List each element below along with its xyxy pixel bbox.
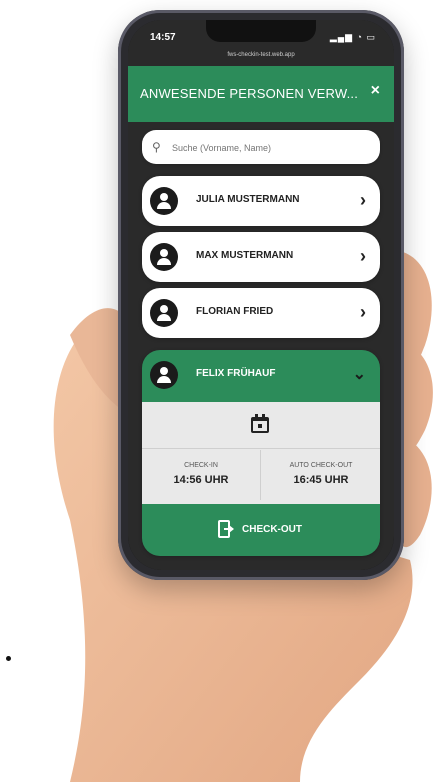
list-item[interactable]: JULIA MUSTERMANN › [142, 176, 380, 226]
expanded-card-header[interactable]: FELIX FRÜHAUF ⌄ [142, 350, 380, 402]
app-screen: 14:57 ▂▄▆ ◔ ▭ fws-checkin-test.web.app A… [128, 20, 394, 570]
chevron-right-icon: › [360, 190, 366, 210]
close-icon[interactable]: × [371, 82, 380, 100]
person-name: JULIA MUSTERMANN [196, 194, 300, 205]
auto-checkout-time: 16:45 UHR [293, 474, 349, 486]
chevron-right-icon: › [360, 246, 366, 266]
divider [142, 448, 380, 449]
chevron-down-icon[interactable]: ⌄ [353, 364, 366, 384]
person-name: FLORIAN FRIED [196, 306, 274, 317]
avatar-icon [150, 243, 178, 271]
person-name: FELIX FRÜHAUF [196, 368, 276, 379]
person-name: MAX MUSTERMANN [196, 250, 294, 261]
page-title: ANWESENDE PERSONEN VERW... [140, 86, 359, 101]
checkout-button[interactable]: CHECK-OUT [142, 504, 380, 556]
divider [260, 450, 261, 500]
expanded-person-card: FELIX FRÜHAUF ⌄ CHECK-IN 14:56 UHR AUTO … [142, 350, 380, 556]
bullet-dot [6, 656, 11, 661]
phone-frame: 14:57 ▂▄▆ ◔ ▭ fws-checkin-test.web.app A… [118, 10, 404, 580]
person-search-icon: ⚲ [152, 140, 161, 154]
scene: 14:57 ▂▄▆ ◔ ▭ fws-checkin-test.web.app A… [0, 0, 440, 782]
phone-screen: 14:57 ▂▄▆ ◔ ▭ fws-checkin-test.web.app A… [128, 20, 394, 570]
checkin-label: CHECK-IN [184, 462, 218, 469]
avatar-icon [150, 187, 178, 215]
list-item[interactable]: FLORIAN FRIED › [142, 288, 380, 338]
avatar-icon [150, 299, 178, 327]
auto-checkout-label: AUTO CHECK-OUT [289, 462, 353, 469]
calendar-icon [251, 414, 269, 433]
search-box[interactable]: ⚲ [142, 130, 380, 164]
avatar-icon [150, 361, 178, 389]
checkin-time: 14:56 UHR [173, 474, 229, 486]
notch [206, 20, 316, 42]
chevron-right-icon: › [360, 302, 366, 322]
checkout-label: CHECK-OUT [242, 524, 302, 535]
app-header: ANWESENDE PERSONEN VERW... × [128, 66, 394, 122]
status-time: 14:57 [150, 32, 176, 43]
list-item[interactable]: MAX MUSTERMANN › [142, 232, 380, 282]
browser-url: fws-checkin-test.web.app [227, 52, 295, 58]
signal-wifi-battery-icon: ▂▄▆ ◔ ▭ [329, 32, 376, 42]
checkin-details: CHECK-IN 14:56 UHR AUTO CHECK-OUT 16:45 … [142, 402, 380, 504]
search-input[interactable] [170, 138, 374, 158]
logout-icon [218, 520, 234, 538]
